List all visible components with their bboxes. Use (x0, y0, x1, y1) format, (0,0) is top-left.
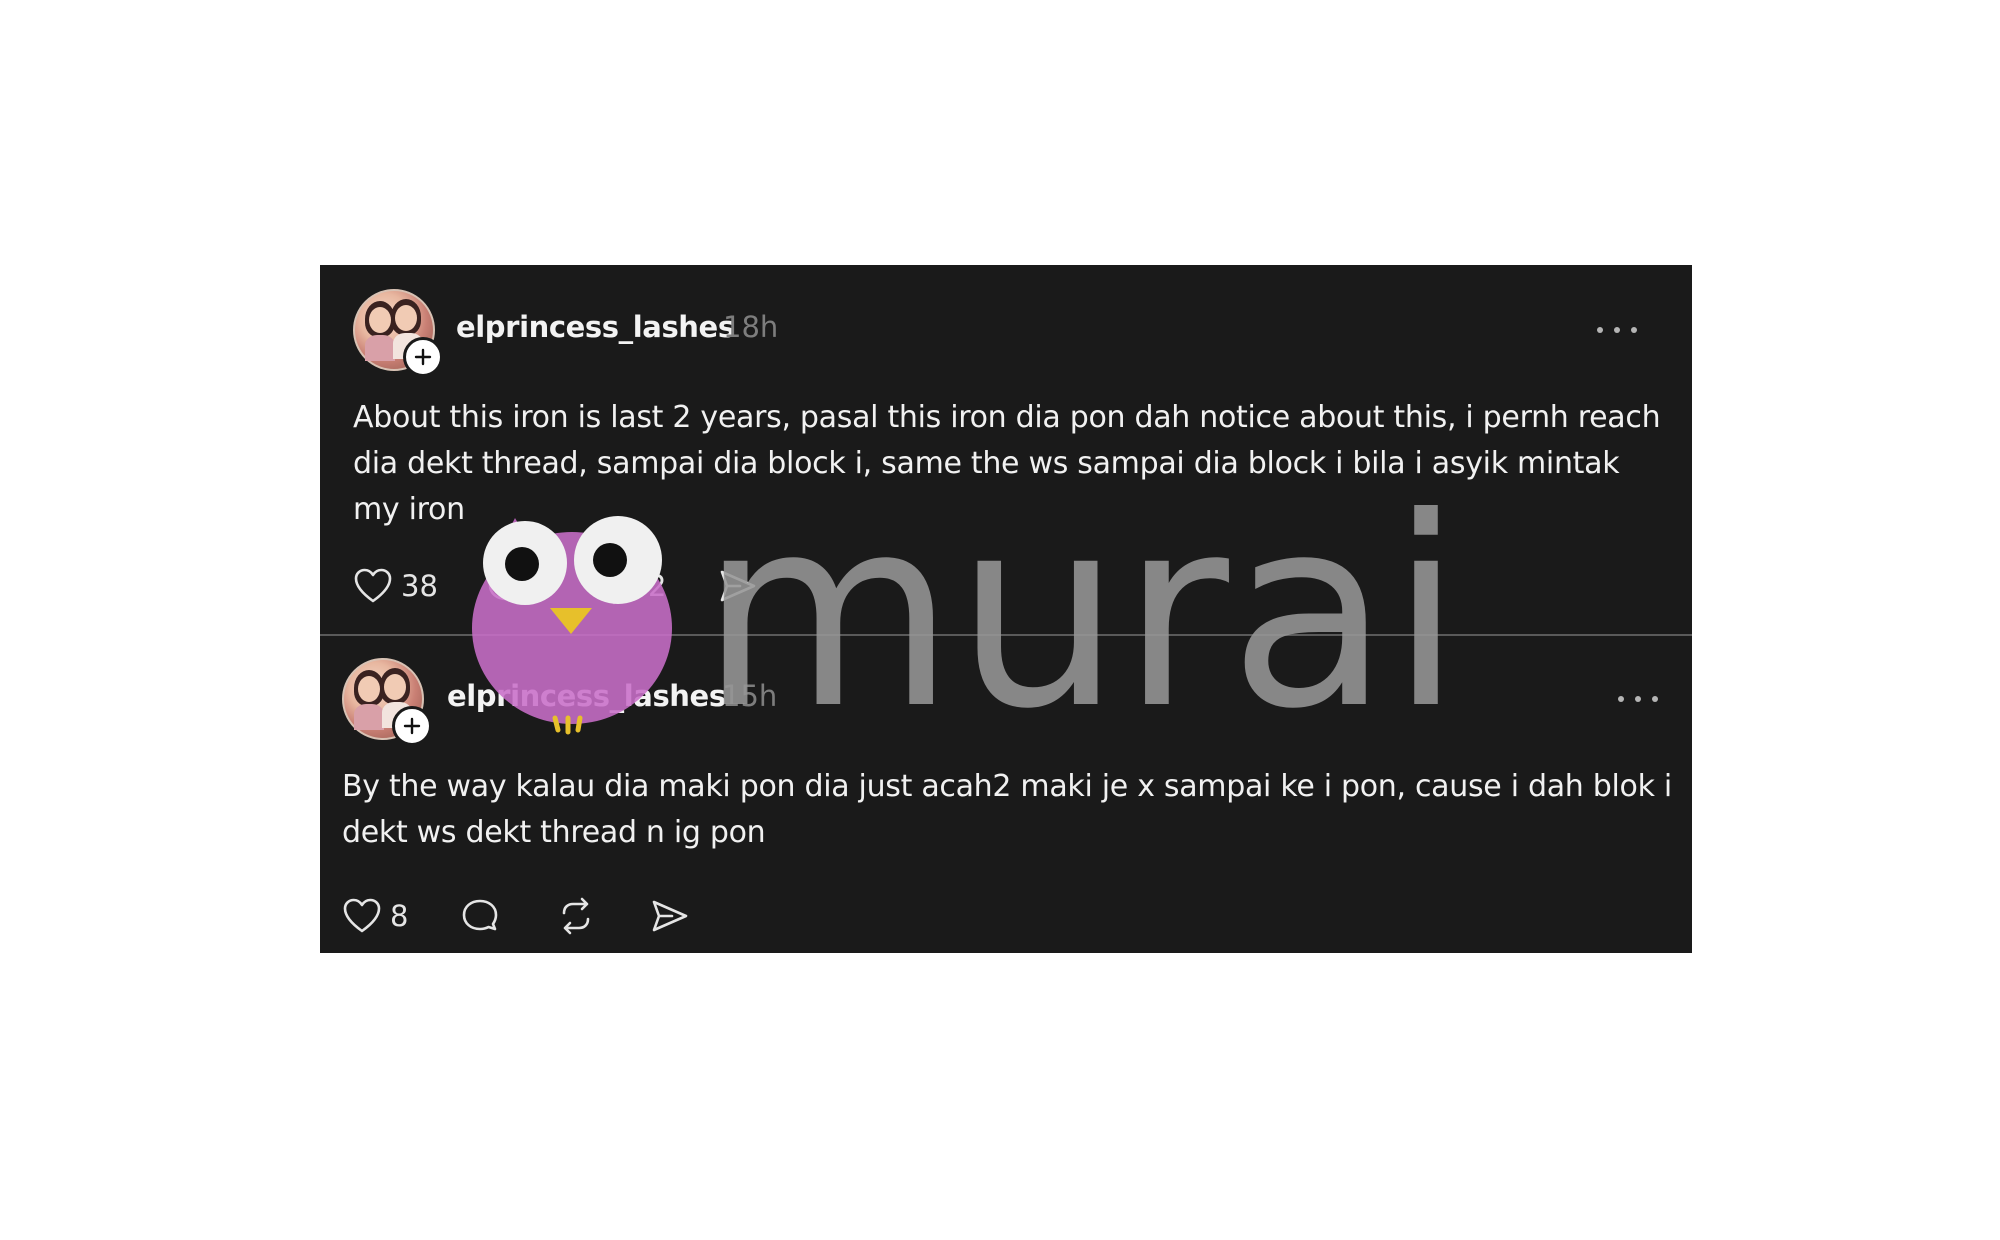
repost-icon (562, 897, 590, 935)
post-text-line: By the way kalau dia maki pon dia just a… (342, 769, 1672, 804)
share-button[interactable] (650, 897, 690, 935)
plus-icon (414, 348, 432, 366)
reply-button[interactable]: 2 (486, 567, 552, 605)
avatar[interactable] (342, 658, 432, 746)
username[interactable]: elprincess_lashes (447, 679, 726, 713)
like-count: 38 (401, 569, 438, 603)
timestamp: 18h (723, 310, 779, 344)
post-text: By the way kalau dia maki pon dia just a… (342, 764, 1672, 856)
post-text-line: my iron (353, 492, 465, 527)
comment-icon (462, 899, 498, 931)
heart-icon (343, 898, 381, 933)
post-text-line: dia dekt thread, sampai dia block i, sam… (353, 446, 1620, 481)
share-icon (720, 570, 756, 602)
more-icon[interactable] (1618, 693, 1658, 705)
threads-panel: elprincess_lashes 18h About this iron is… (320, 265, 1692, 953)
post-text: About this iron is last 2 years, pasal t… (353, 395, 1661, 533)
post-2: elprincess_lashes 15h By the way kalau d… (320, 636, 1692, 953)
avatar[interactable] (353, 289, 443, 377)
like-button[interactable]: 38 (353, 567, 438, 605)
follow-button[interactable] (403, 337, 443, 377)
more-icon[interactable] (1597, 324, 1637, 336)
reply-count: 2 (534, 569, 553, 603)
post-1: elprincess_lashes 18h About this iron is… (320, 265, 1692, 635)
heart-icon (354, 568, 392, 603)
comment-icon (488, 569, 524, 601)
like-count: 8 (390, 899, 409, 933)
username[interactable]: elprincess_lashes (456, 310, 735, 344)
share-icon (652, 900, 688, 932)
post-text-line: About this iron is last 2 years, pasal t… (353, 400, 1661, 435)
timestamp: 15h (722, 679, 778, 713)
like-button[interactable]: 8 (342, 897, 408, 935)
share-button[interactable] (718, 567, 758, 605)
repost-count: 2 (648, 569, 667, 603)
follow-button[interactable] (392, 706, 432, 746)
reply-button[interactable] (460, 897, 500, 935)
post-text-line: dekt ws dekt thread n ig pon (342, 815, 766, 850)
repost-icon (606, 567, 634, 605)
plus-icon (403, 717, 421, 735)
repost-button[interactable] (556, 897, 596, 935)
repost-button[interactable]: 2 (600, 567, 666, 605)
